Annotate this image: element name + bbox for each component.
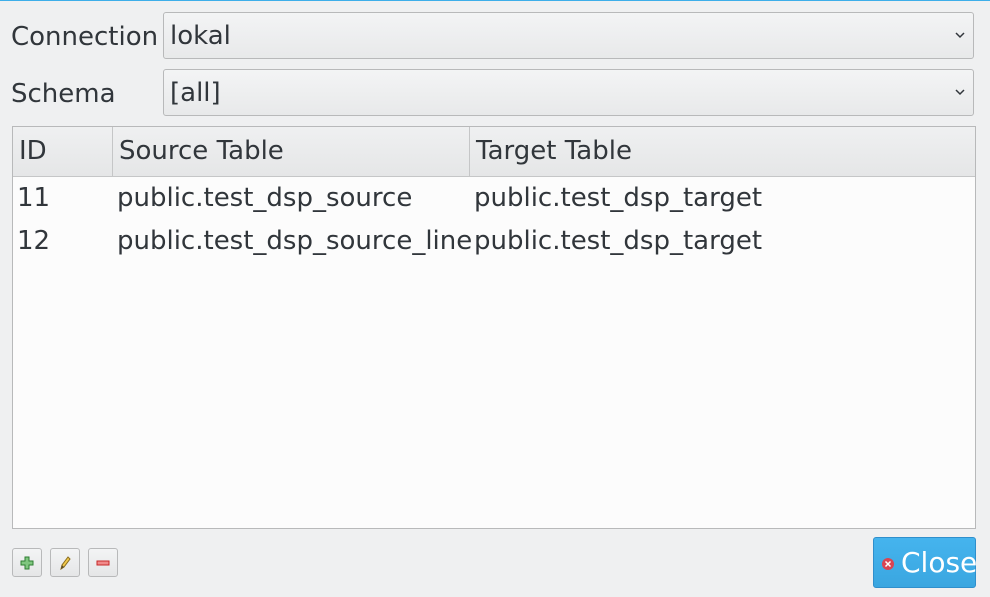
plus-icon (20, 556, 34, 570)
edit-button[interactable] (50, 548, 80, 577)
schema-combobox[interactable]: [all] (163, 69, 974, 116)
column-header-source-table[interactable]: Source Table (113, 127, 470, 176)
minus-icon (96, 560, 110, 566)
table-row[interactable]: 12 public.test_dsp_source_line public.te… (13, 220, 975, 263)
cell-source-table: public.test_dsp_source_line (117, 226, 473, 256)
cell-id: 12 (17, 226, 51, 256)
close-button[interactable]: Close (873, 537, 978, 588)
connection-label: Connection (11, 22, 159, 52)
column-header-id[interactable]: ID (13, 127, 113, 176)
table-header: ID Source Table Target Table (13, 127, 975, 177)
cell-id: 11 (17, 183, 51, 213)
schema-value: [all] (170, 78, 221, 108)
window-top-accent-line (0, 0, 990, 1)
connection-combobox[interactable]: lokal (163, 12, 974, 59)
cell-target-table: public.test_dsp_target (474, 183, 763, 213)
mapping-table[interactable]: ID Source Table Target Table 11 public.t… (12, 126, 976, 529)
chevron-down-icon (955, 89, 965, 96)
schema-label: Schema (11, 79, 116, 109)
cell-source-table: public.test_dsp_source (117, 183, 413, 213)
chevron-down-icon (955, 32, 965, 39)
table-row[interactable]: 11 public.test_dsp_source public.test_ds… (13, 177, 975, 220)
close-circle-icon (882, 558, 894, 570)
cell-target-table: public.test_dsp_target (474, 226, 763, 256)
connection-value: lokal (170, 21, 231, 51)
remove-button[interactable] (88, 548, 118, 577)
column-header-target-table[interactable]: Target Table (470, 127, 975, 176)
add-button[interactable] (12, 548, 42, 577)
pencil-icon (60, 556, 71, 571)
close-button-label: Close (901, 546, 978, 579)
